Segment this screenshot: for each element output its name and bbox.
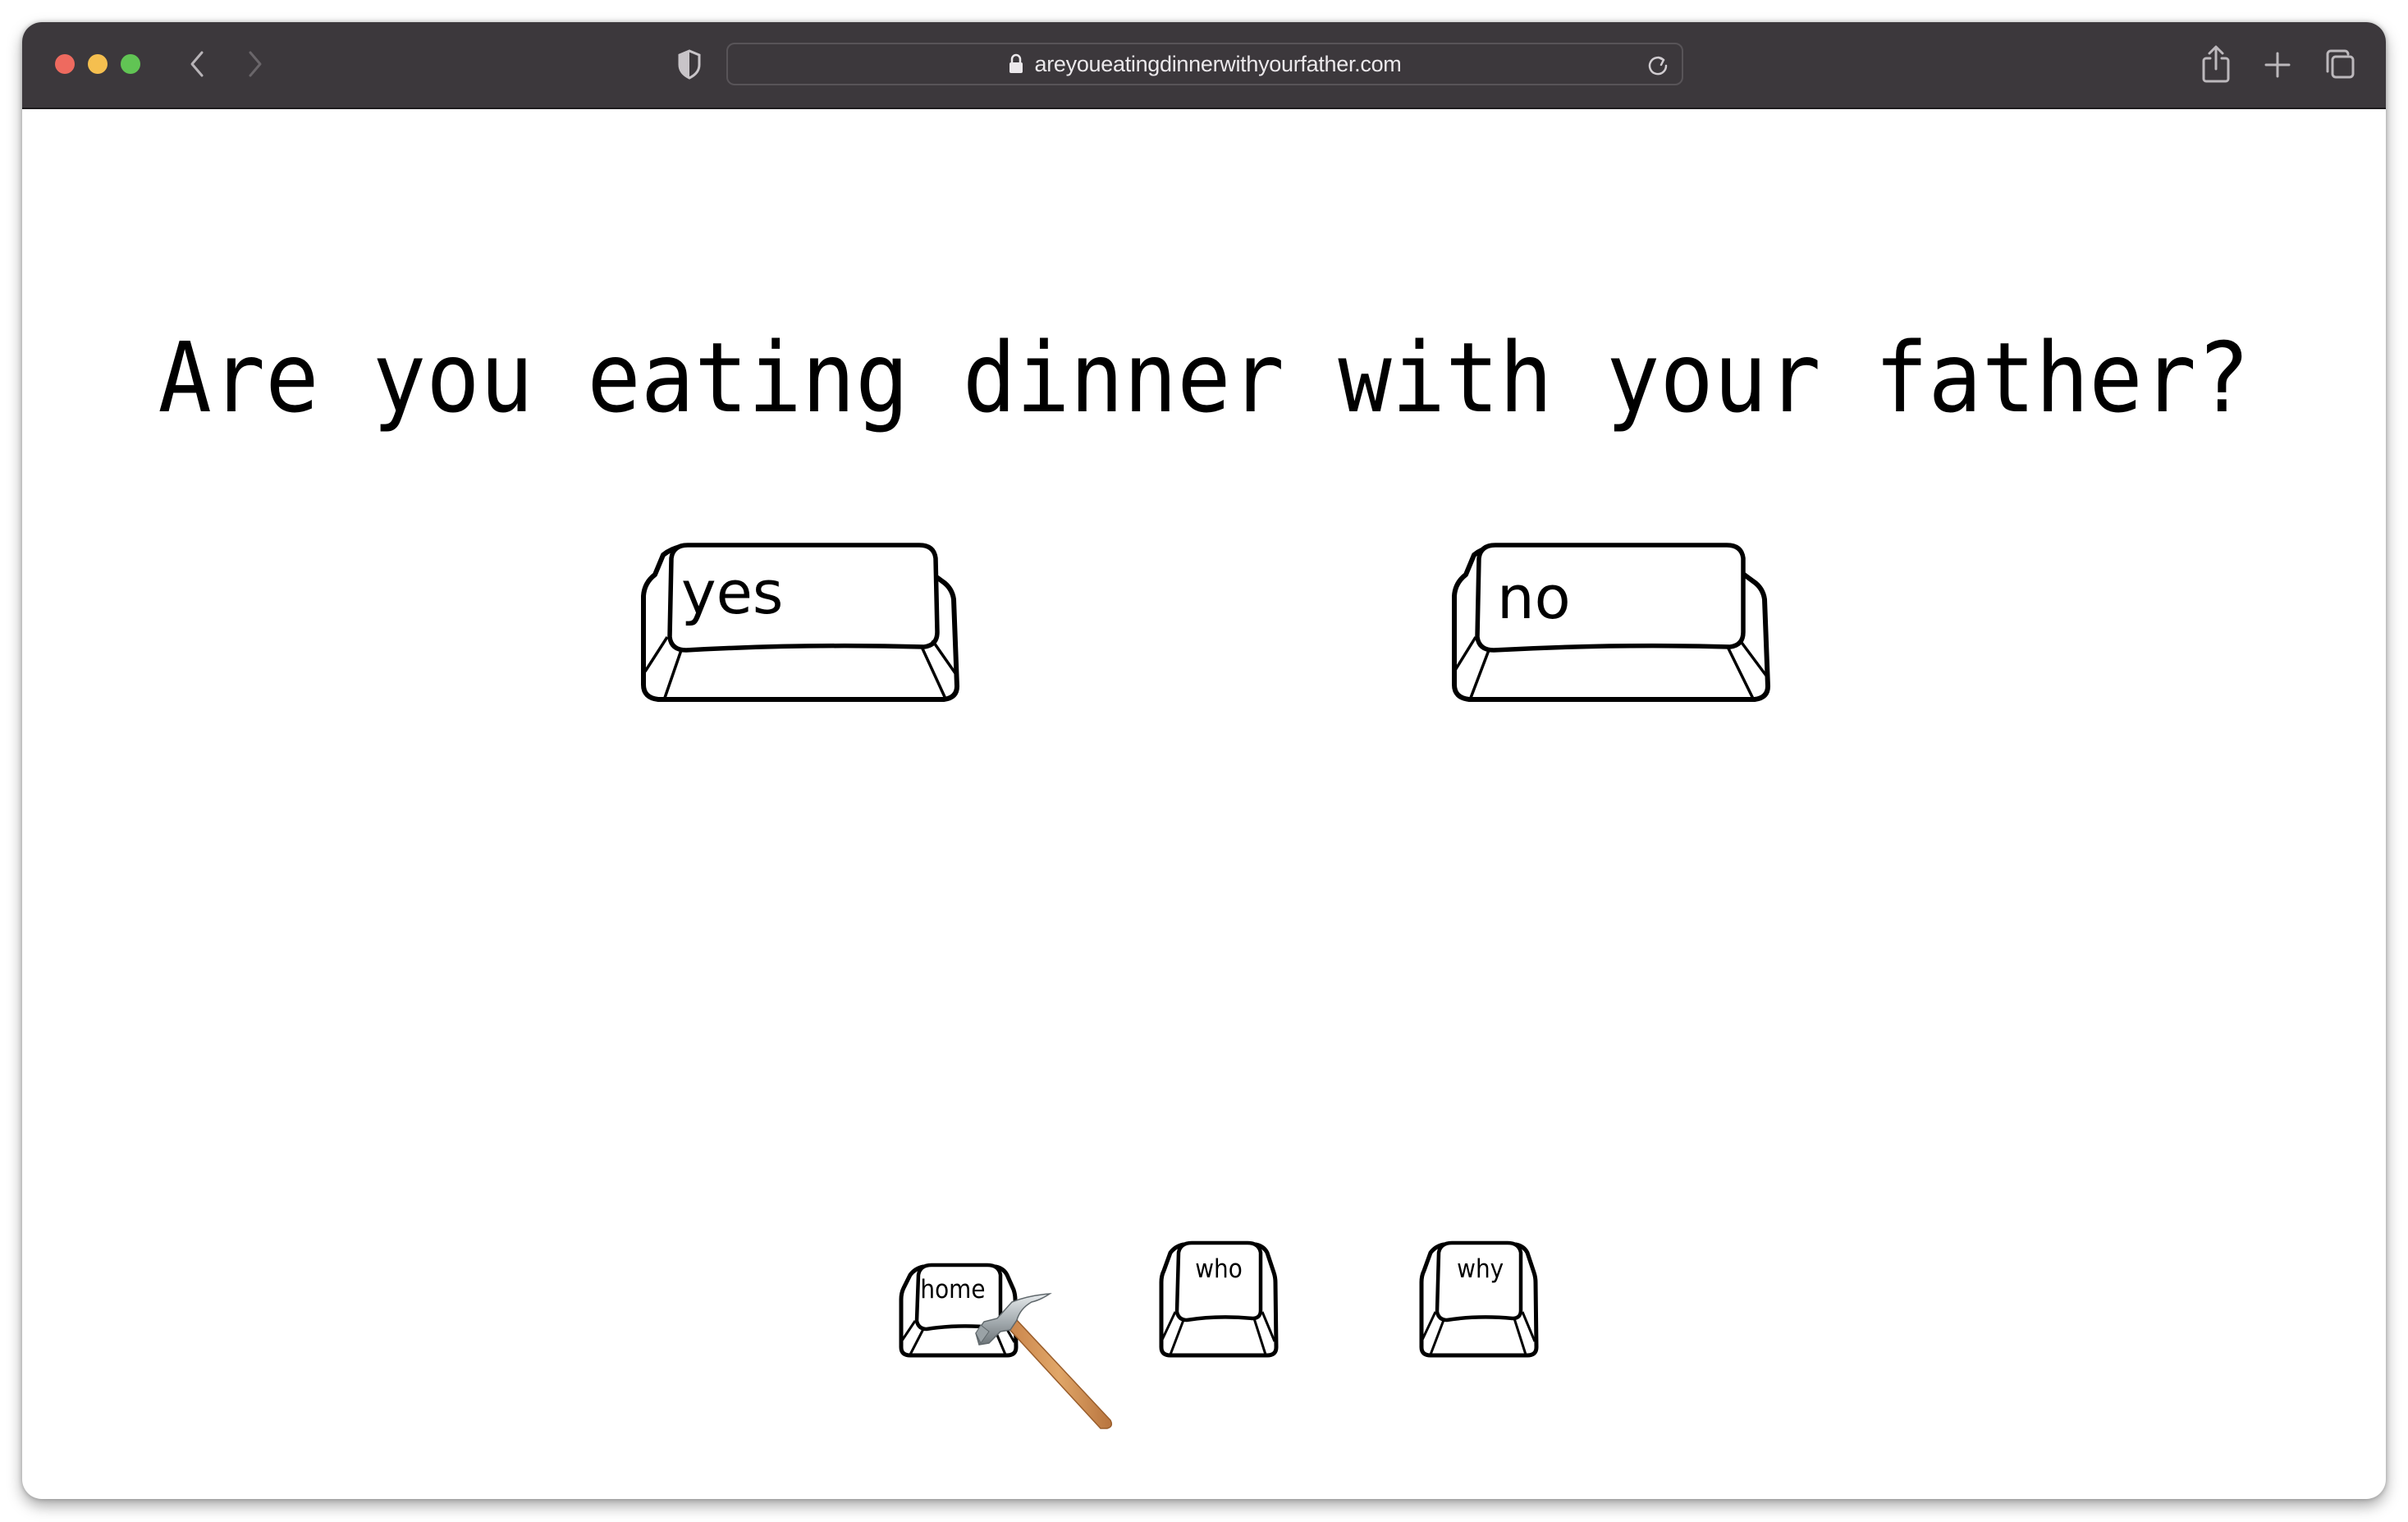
- yes-label: yes: [681, 558, 784, 627]
- reload-icon[interactable]: [1646, 53, 1670, 77]
- url-text[interactable]: areyoueatingdinnerwithyourfather.com: [1035, 52, 1402, 77]
- yes-button[interactable]: yes: [640, 540, 959, 702]
- no-button[interactable]: no: [1451, 540, 1770, 702]
- new-tab-plus-icon[interactable]: [2259, 44, 2296, 85]
- back-button[interactable]: [181, 47, 213, 81]
- minimize-window-button[interactable]: [88, 54, 108, 74]
- why-button[interactable]: why: [1419, 1240, 1539, 1358]
- home-button[interactable]: home: [899, 1262, 1019, 1358]
- no-label: no: [1497, 563, 1571, 632]
- browser-window: areyoueatingdinnerwithyourfather.com Are…: [22, 22, 2386, 1499]
- who-button[interactable]: who: [1159, 1240, 1279, 1358]
- tab-overview-icon[interactable]: [2320, 44, 2358, 85]
- forward-chevron-icon: [249, 51, 262, 77]
- lock-icon: [1009, 53, 1023, 73]
- share-icon[interactable]: [2197, 44, 2235, 85]
- browser-toolbar: areyoueatingdinnerwithyourfather.com: [22, 22, 2386, 109]
- close-window-button[interactable]: [55, 54, 75, 74]
- page-title: Are you eating dinner with your father?: [158, 321, 2250, 434]
- home-label: home: [920, 1275, 986, 1304]
- privacy-shield-icon[interactable]: [673, 47, 706, 81]
- zoom-window-button[interactable]: [121, 54, 140, 74]
- forward-button[interactable]: [239, 47, 272, 81]
- address-bar[interactable]: areyoueatingdinnerwithyourfather.com: [726, 43, 1683, 85]
- who-label: who: [1195, 1254, 1243, 1284]
- page-content: Are you eating dinner with your father? …: [22, 109, 2386, 1499]
- back-chevron-icon: [190, 51, 204, 77]
- why-label: why: [1457, 1254, 1504, 1284]
